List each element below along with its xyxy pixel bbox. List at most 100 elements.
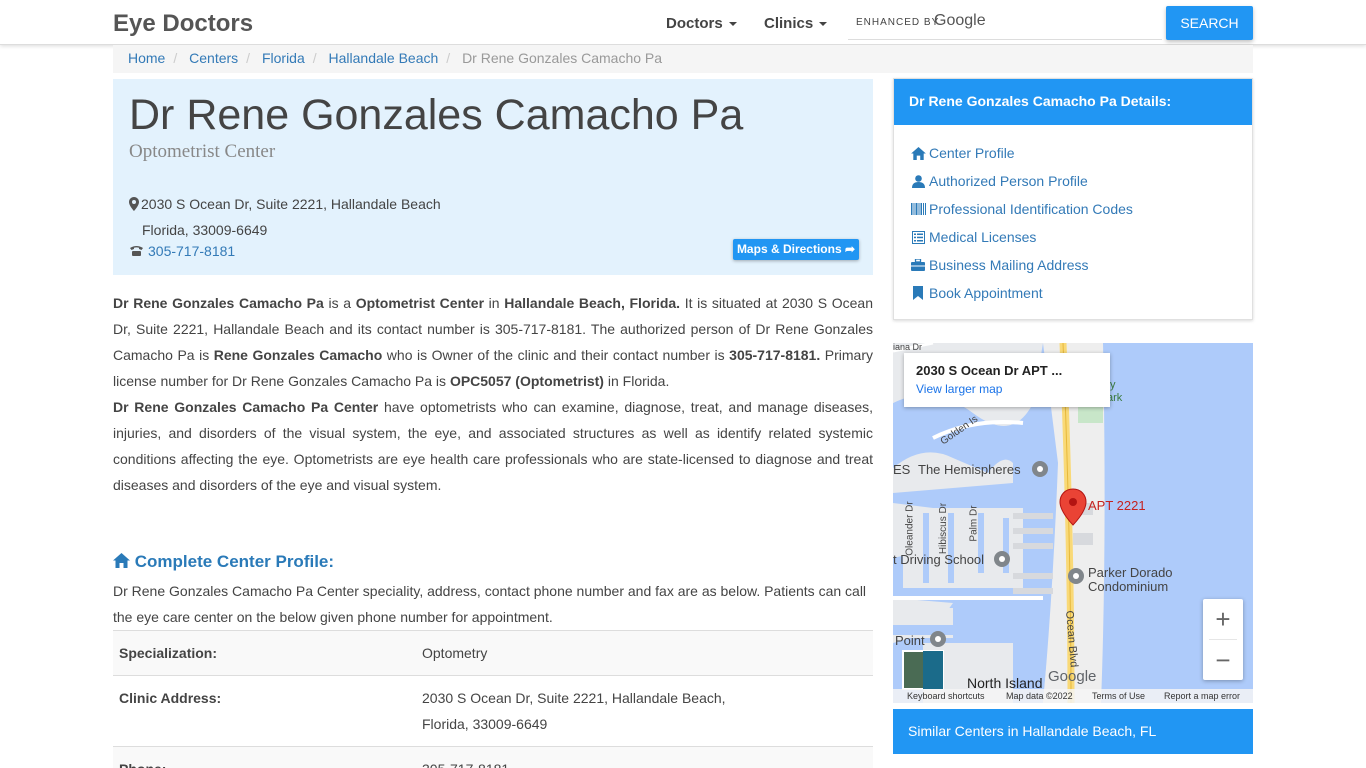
- map-label-palm: Palm Dr: [968, 505, 980, 542]
- center-description: Dr Rene Gonzales Camacho Pa is a Optomet…: [113, 290, 873, 498]
- breadcrumb-separator: /: [173, 50, 178, 66]
- desc-city: Hallandale Beach, Florida.: [504, 295, 681, 311]
- profile-table: Specialization: Optometry Clinic Address…: [113, 630, 873, 768]
- search-enhanced-label: ENHANCED BY: [856, 17, 940, 28]
- chevron-down-icon: [819, 22, 828, 27]
- table-row: Clinic Address: 2030 S Ocean Dr, Suite 2…: [113, 675, 873, 747]
- details-link-mailing-address[interactable]: Business Mailing Address: [909, 251, 1237, 279]
- map-footer: Keyboard shortcuts Map data ©2022 Terms …: [893, 689, 1253, 703]
- breadcrumb-separator: /: [312, 50, 317, 66]
- page-title: Dr Rene Gonzales Camacho Pa: [129, 91, 744, 139]
- details-panel-title: Dr Rene Gonzales Camacho Pa Details:: [894, 79, 1252, 125]
- map-label-es: ES: [893, 462, 911, 477]
- details-panel: Dr Rene Gonzales Camacho Pa Details: Cen…: [893, 78, 1253, 320]
- bookmark-icon: [909, 286, 927, 300]
- map-zoom-controls: + −: [1203, 599, 1243, 680]
- details-link-identification-codes[interactable]: Professional Identification Codes: [909, 195, 1237, 223]
- map-data-attribution: Map data ©2022: [1006, 691, 1073, 701]
- search-input[interactable]: ENHANCED BY Google: [848, 6, 1162, 40]
- breadcrumb-florida[interactable]: Florida: [262, 50, 305, 66]
- nav-clinics-label: Clinics: [764, 15, 814, 32]
- top-navbar: Eye Doctors Doctors Clinics ENHANCED BY …: [0, 0, 1366, 45]
- address-line-1: 2030 S Ocean Dr, Suite 2221, Hallandale …: [141, 196, 441, 212]
- map-label-hibiscus: Hibiscus Dr: [938, 502, 950, 555]
- details-links: Center Profile Authorized Person Profile…: [894, 125, 1252, 321]
- nav-doctors-dropdown[interactable]: Doctors: [666, 15, 737, 32]
- maps-directions-button[interactable]: Maps & Directions ➦: [733, 239, 859, 260]
- description-paragraph-1: Dr Rene Gonzales Camacho Pa is a Optomet…: [113, 290, 873, 394]
- map-label-parker-2: Condominium: [1088, 579, 1169, 594]
- terms-of-use-link[interactable]: Terms of Use: [1092, 691, 1145, 701]
- details-link-authorized-person[interactable]: Authorized Person Profile: [909, 167, 1237, 195]
- report-map-error-link[interactable]: Report a map error: [1164, 691, 1240, 701]
- breadcrumb-centers[interactable]: Centers: [189, 50, 238, 66]
- barcode-icon: [909, 203, 927, 215]
- center-header: Dr Rene Gonzales Camacho Pa Optometrist …: [113, 79, 873, 275]
- zoom-out-button[interactable]: −: [1203, 640, 1243, 680]
- table-value-line: 2030 S Ocean Dr, Suite 2221, Hallandale …: [422, 690, 726, 706]
- details-link-label[interactable]: Medical Licenses: [929, 229, 1036, 245]
- google-map-logo: Google: [1048, 668, 1097, 685]
- desc-center-name: Dr Rene Gonzales Camacho Pa Center: [113, 399, 379, 415]
- map-pin-label: APT 2221: [1088, 498, 1146, 513]
- breadcrumb-current: Dr Rene Gonzales Camacho Pa: [462, 50, 663, 66]
- google-logo: Google: [934, 12, 986, 29]
- keyboard-shortcuts-link[interactable]: Keyboard shortcuts: [907, 691, 985, 701]
- chevron-down-icon: [728, 22, 737, 27]
- table-row: Specialization: Optometry: [113, 630, 873, 676]
- search-button[interactable]: SEARCH: [1166, 6, 1253, 40]
- location-map[interactable]: The Hemispheres ES t Driving School Park…: [893, 343, 1253, 703]
- map-marker-icon: [129, 197, 139, 211]
- details-link-label[interactable]: Center Profile: [929, 145, 1015, 161]
- list-icon: [909, 230, 927, 244]
- desc-person: Rene Gonzales Camacho: [213, 347, 383, 363]
- table-key: Phone:: [113, 746, 416, 768]
- description-paragraph-2: Dr Rene Gonzales Camacho Pa Center have …: [113, 394, 873, 498]
- map-label-parker: Parker Dorado: [1088, 565, 1173, 580]
- details-link-label[interactable]: Business Mailing Address: [929, 257, 1089, 273]
- similar-centers-header: Similar Centers in Hallandale Beach, FL: [893, 709, 1253, 754]
- nav-clinics-dropdown[interactable]: Clinics: [764, 15, 828, 32]
- details-link-center-profile[interactable]: Center Profile: [909, 139, 1237, 167]
- briefcase-icon: [909, 259, 927, 271]
- map-label-hemispheres: The Hemispheres: [918, 462, 1021, 477]
- desc-text: who is Owner of the clinic and their con…: [382, 347, 730, 363]
- address-line-2: Florida, 33009-6649: [142, 222, 268, 238]
- desc-text: in Florida.: [603, 373, 670, 389]
- desc-license: OPC5057 (Optometrist): [449, 373, 604, 389]
- map-label-oleander: Oleander Dr: [904, 501, 916, 556]
- center-phone: 305-717-8181: [129, 243, 235, 259]
- table-value: 2030 S Ocean Dr, Suite 2221, Hallandale …: [416, 675, 873, 747]
- details-link-book-appointment[interactable]: Book Appointment: [909, 279, 1237, 307]
- details-link-label[interactable]: Book Appointment: [929, 285, 1043, 301]
- breadcrumb-city[interactable]: Hallandale Beach: [329, 50, 439, 66]
- details-link-label[interactable]: Professional Identification Codes: [929, 201, 1133, 217]
- nav-doctors-label: Doctors: [666, 15, 723, 32]
- details-link-label[interactable]: Authorized Person Profile: [929, 173, 1088, 189]
- center-address: 2030 S Ocean Dr, Suite 2221, Hallandale …: [129, 191, 441, 243]
- desc-text: in: [484, 295, 505, 311]
- zoom-in-button[interactable]: +: [1203, 599, 1243, 639]
- profile-section-title: Complete Center Profile:: [113, 552, 334, 572]
- breadcrumb: Home / Centers / Florida / Hallandale Beach…: [113, 45, 1253, 73]
- table-value: 305-717-8181: [416, 746, 873, 768]
- view-larger-map-link[interactable]: View larger map: [916, 382, 1098, 396]
- phone-link[interactable]: 305-717-8181: [148, 243, 235, 259]
- map-label-diana: iana Dr: [893, 343, 923, 352]
- home-icon: [113, 553, 130, 568]
- desc-phone: 305-717-8181.: [729, 347, 821, 363]
- desc-text: is a: [323, 295, 356, 311]
- desc-center-name: Dr Rene Gonzales Camacho Pa: [113, 295, 324, 311]
- phone-icon: [130, 246, 143, 256]
- share-arrow-icon: ➦: [844, 242, 856, 256]
- breadcrumb-separator: /: [446, 50, 451, 66]
- profile-section-title-text: Complete Center Profile:: [134, 552, 335, 571]
- desc-center-type: Optometrist Center: [355, 295, 485, 311]
- details-link-medical-licenses[interactable]: Medical Licenses: [909, 223, 1237, 251]
- site-brand[interactable]: Eye Doctors: [113, 10, 253, 38]
- map-card-title: 2030 S Ocean Dr APT ...: [916, 363, 1063, 378]
- map-label-point: Point: [895, 633, 925, 648]
- breadcrumb-home[interactable]: Home: [128, 50, 165, 66]
- table-row: Phone: 305-717-8181: [113, 746, 873, 768]
- table-value-line: Florida, 33009-6649: [422, 716, 548, 732]
